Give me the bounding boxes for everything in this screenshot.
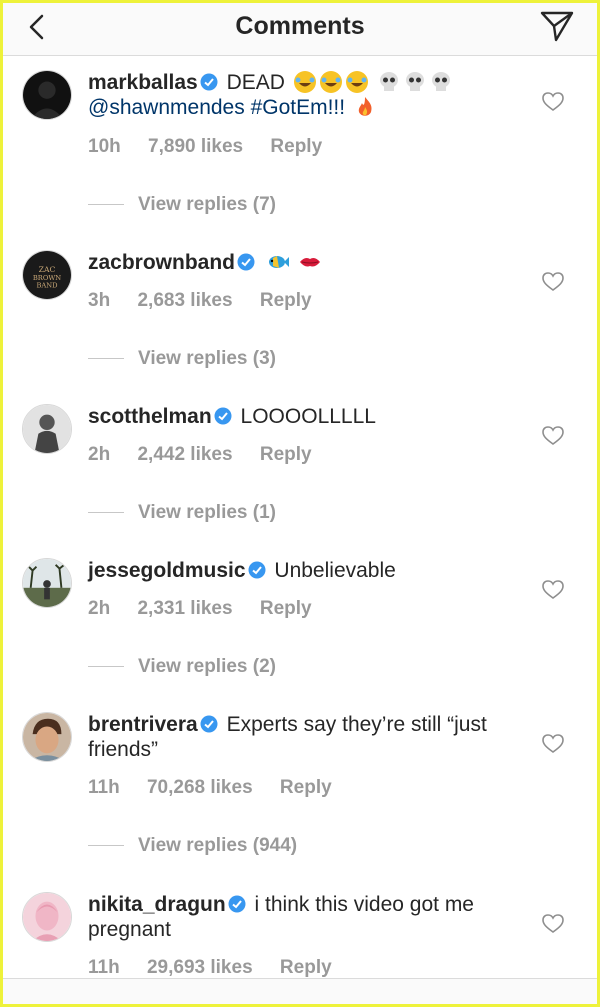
heart-outline-icon[interactable] (542, 580, 564, 600)
view-replies-button[interactable]: View replies (944) (88, 835, 297, 857)
comment-text: zacbrownband (88, 250, 528, 275)
view-replies-button[interactable]: View replies (1) (88, 502, 276, 524)
comment-username[interactable]: jessegoldmusic (88, 559, 246, 582)
comment-username[interactable]: zacbrownband (88, 251, 235, 274)
comment-body: Unbelievable (274, 559, 396, 582)
avatar[interactable] (22, 558, 72, 608)
fire-emoji-icon (351, 96, 377, 119)
comment-likes[interactable]: 29,693 likes (147, 957, 253, 978)
comment-likes[interactable]: 2,331 likes (137, 598, 232, 619)
comment-text: jessegoldmusic Unbelievable (88, 558, 528, 583)
avatar[interactable] (22, 404, 72, 454)
comment-time: 10h (88, 136, 121, 157)
comment-text: scotthelman LOOOOLLLLL (88, 404, 528, 429)
comment-text: nikita_dragun i think this video got me … (88, 892, 528, 942)
view-replies-button[interactable]: View replies (7) (88, 194, 276, 216)
avatar[interactable]: ZAC BROWN BAND (22, 250, 72, 300)
comment-time: 3h (88, 290, 111, 311)
view-replies-label: View replies (3) (138, 348, 276, 369)
skull-emoji-icon (375, 71, 453, 94)
comment-username[interactable]: scotthelman (88, 405, 212, 428)
reply-button[interactable]: Reply (270, 136, 322, 157)
fish-emoji-icon (264, 251, 290, 274)
avatar[interactable] (22, 70, 72, 120)
comment-username[interactable]: nikita_dragun (88, 893, 226, 916)
view-replies-button[interactable]: View replies (2) (88, 656, 276, 678)
avatar[interactable] (22, 892, 72, 942)
replies-divider (88, 666, 124, 668)
comment-body: DEAD (226, 71, 285, 94)
reply-button[interactable]: Reply (260, 598, 312, 619)
replies-divider (88, 845, 124, 847)
comment-meta: 11h 29,693 likes Reply (88, 957, 354, 979)
replies-divider (88, 204, 124, 206)
comment-time: 2h (88, 444, 111, 465)
heart-outline-icon[interactable] (542, 426, 564, 446)
comment-time: 11h (88, 777, 120, 798)
heart-outline-icon[interactable] (542, 272, 564, 292)
comment-meta: 2h 2,331 likes Reply (88, 598, 334, 620)
view-replies-button[interactable]: View replies (3) (88, 348, 276, 370)
svg-text:ZAC: ZAC (39, 265, 56, 274)
comment-username[interactable]: brentrivera (88, 713, 198, 736)
comment-likes[interactable]: 2,442 likes (137, 444, 232, 465)
comment-time: 2h (88, 598, 111, 619)
verified-badge-icon (214, 407, 232, 425)
svg-text:BAND: BAND (36, 281, 57, 289)
comment-meta: 3h 2,683 likes Reply (88, 290, 334, 312)
heart-outline-icon[interactable] (542, 734, 564, 754)
reply-button[interactable]: Reply (260, 290, 312, 311)
comment-meta: 2h 2,442 likes Reply (88, 444, 334, 466)
comment-text: brentrivera Experts say they’re still “j… (88, 712, 528, 762)
reply-button[interactable]: Reply (280, 957, 332, 978)
view-replies-label: View replies (2) (138, 656, 276, 677)
comment-time: 11h (88, 957, 120, 978)
heart-outline-icon[interactable] (542, 914, 564, 934)
reply-button[interactable]: Reply (260, 444, 312, 465)
comment-mention[interactable]: @shawnmendes #GotEm!!! (88, 96, 345, 119)
bottom-input-bar (3, 978, 597, 1005)
page-title: Comments (235, 12, 365, 40)
comment-body: LOOOOLLLLL (240, 405, 376, 428)
view-replies-label: View replies (944) (138, 835, 298, 856)
laughing-emoji-icon (291, 71, 375, 94)
reply-button[interactable]: Reply (280, 777, 332, 798)
view-replies-label: View replies (7) (138, 194, 276, 215)
paper-plane-icon[interactable] (539, 9, 575, 43)
comment-text: markballas DEAD @shawnmendes #GotEm!!! (88, 70, 528, 120)
comment-meta: 10h 7,890 likes Reply (88, 136, 344, 158)
verified-badge-icon (228, 895, 246, 913)
heart-outline-icon[interactable] (542, 92, 564, 112)
comment-likes[interactable]: 7,890 likes (148, 136, 243, 157)
header-bar: Comments (3, 3, 597, 56)
comment-meta: 11h 70,268 likes Reply (88, 777, 354, 799)
replies-divider (88, 512, 124, 514)
comment-username[interactable]: markballas (88, 71, 198, 94)
comment-likes[interactable]: 70,268 likes (147, 777, 253, 798)
replies-divider (88, 358, 124, 360)
view-replies-label: View replies (1) (138, 502, 276, 523)
verified-badge-icon (200, 73, 218, 91)
avatar[interactable] (22, 712, 72, 762)
verified-badge-icon (248, 561, 266, 579)
verified-badge-icon (237, 253, 255, 271)
comment-likes[interactable]: 2,683 likes (137, 290, 232, 311)
verified-badge-icon (200, 715, 218, 733)
kiss-emoji-icon (296, 251, 322, 274)
